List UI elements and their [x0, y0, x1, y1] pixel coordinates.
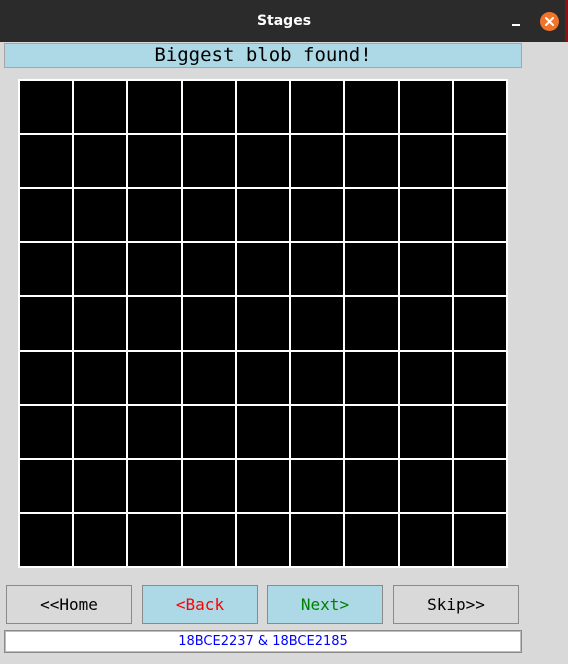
grid-cell: [453, 189, 506, 242]
grid-cell: [20, 405, 73, 458]
grid-cell: [236, 243, 290, 296]
grid-cell: [345, 189, 398, 242]
grid-cell: [291, 243, 344, 296]
grid-cell: [453, 513, 506, 566]
grid-cell: [182, 243, 235, 296]
grid-cell: [182, 459, 235, 512]
grid-cell: [236, 297, 290, 350]
grid-cell: [128, 189, 181, 242]
grid-cell: [20, 351, 73, 404]
window-titlebar: Stages: [0, 0, 568, 42]
grid-cell: [74, 351, 127, 404]
window-title: Stages: [256, 13, 312, 29]
grid-cell: [236, 459, 290, 512]
grid-cell: [345, 81, 398, 134]
grid-cell: [128, 81, 181, 134]
grid-cell: [345, 135, 398, 188]
grid-cell: [236, 513, 290, 566]
grid-cell: [74, 459, 127, 512]
grid-cell: [128, 243, 181, 296]
grid-cell: [74, 81, 127, 134]
grid-cell: [74, 405, 127, 458]
grid-cell: [128, 459, 181, 512]
grid-cell: [236, 189, 290, 242]
close-icon: [545, 17, 554, 26]
grid-cell: [399, 405, 452, 458]
grid-cell: [128, 513, 181, 566]
grid-cell: [453, 459, 506, 512]
grid-cell: [74, 513, 127, 566]
grid-cell: [20, 459, 73, 512]
grid-cell: [399, 351, 452, 404]
back-button[interactable]: <Back: [142, 585, 258, 624]
grid-cell: [399, 297, 452, 350]
grid-cell: [236, 405, 290, 458]
grid-cell: [182, 513, 235, 566]
next-button[interactable]: Next>: [267, 585, 383, 624]
grid-cell: [128, 297, 181, 350]
grid-cell: [291, 297, 344, 350]
grid-cell: [182, 297, 235, 350]
grid-cell: [291, 81, 344, 134]
grid-cell: [453, 243, 506, 296]
grid-cell: [20, 513, 73, 566]
minimize-button[interactable]: [509, 13, 525, 29]
close-button[interactable]: [540, 12, 559, 31]
grid-cell: [20, 297, 73, 350]
grid-cell: [453, 351, 506, 404]
grid-cell: [399, 459, 452, 512]
grid-cell: [399, 189, 452, 242]
grid-cell: [128, 135, 181, 188]
grid-cell: [128, 351, 181, 404]
grid-cell: [345, 243, 398, 296]
grid-cell: [453, 297, 506, 350]
grid-cell: [291, 351, 344, 404]
grid-cell: [20, 135, 73, 188]
grid-cell: [291, 189, 344, 242]
grid-cell: [345, 513, 398, 566]
grid-cell: [453, 135, 506, 188]
grid-cell: [291, 135, 344, 188]
skip-button[interactable]: Skip>>: [393, 585, 519, 624]
grid-cell: [20, 189, 73, 242]
grid-cell: [453, 405, 506, 458]
grid-cell: [291, 513, 344, 566]
grid-cell: [236, 81, 290, 134]
grid-cell: [74, 243, 127, 296]
grid-cell: [399, 81, 452, 134]
grid-cell: [345, 405, 398, 458]
grid-cell: [345, 297, 398, 350]
grid-cell: [291, 405, 344, 458]
grid-cell: [236, 351, 290, 404]
grid-cell: [128, 405, 181, 458]
blob-grid: [18, 79, 508, 568]
credits-footer: 18BCE2237 & 18BCE2185: [4, 630, 522, 653]
grid-cell: [20, 81, 73, 134]
grid-cell: [236, 135, 290, 188]
grid-cell: [74, 297, 127, 350]
grid-cell: [291, 459, 344, 512]
minimize-icon: [512, 24, 520, 26]
grid-cell: [399, 243, 452, 296]
grid-cell: [182, 351, 235, 404]
home-button[interactable]: <<Home: [6, 585, 132, 624]
grid-cell: [182, 405, 235, 458]
grid-cell: [20, 243, 73, 296]
grid-cell: [182, 135, 235, 188]
grid-cell: [399, 135, 452, 188]
grid-cell: [453, 81, 506, 134]
status-message-header: Biggest blob found!: [4, 43, 522, 68]
grid-cell: [182, 189, 235, 242]
grid-cell: [399, 513, 452, 566]
grid-cell: [74, 189, 127, 242]
grid-cell: [345, 459, 398, 512]
grid-cell: [182, 81, 235, 134]
grid-cell: [74, 135, 127, 188]
grid-cell: [345, 351, 398, 404]
